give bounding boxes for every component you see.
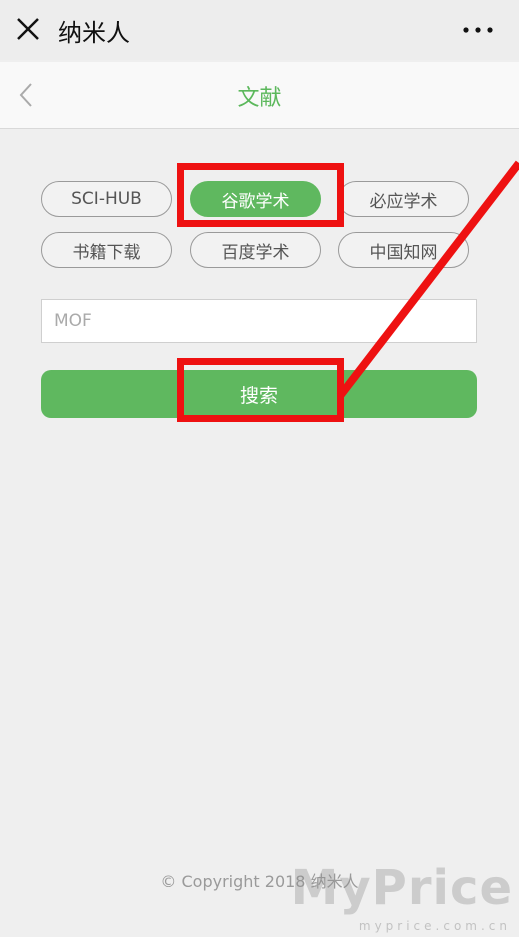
chip-sci-hub[interactable]: SCI-HUB (41, 181, 172, 217)
watermark-logo: MyPrice (290, 860, 513, 916)
annotation-arrow-line (336, 160, 519, 399)
close-icon[interactable] (14, 15, 42, 43)
chip-bing-academic[interactable]: 必应学术 (338, 181, 469, 217)
page-nav-bar: 文献 (0, 62, 519, 129)
more-options-icon[interactable] (463, 27, 493, 33)
app-top-bar: 纳米人 (0, 0, 519, 60)
search-input[interactable] (41, 299, 477, 343)
chip-google-scholar[interactable]: 谷歌学术 (190, 181, 321, 217)
page-title: 文献 (237, 86, 282, 111)
search-button[interactable]: 搜索 (41, 370, 477, 418)
app-title: 纳米人 (58, 19, 130, 47)
watermark-url: myprice.com.cn (358, 919, 511, 933)
chip-book-download[interactable]: 书籍下载 (41, 232, 172, 268)
chip-baidu-academic[interactable]: 百度学术 (190, 232, 321, 268)
chip-cnki[interactable]: 中国知网 (338, 232, 469, 268)
